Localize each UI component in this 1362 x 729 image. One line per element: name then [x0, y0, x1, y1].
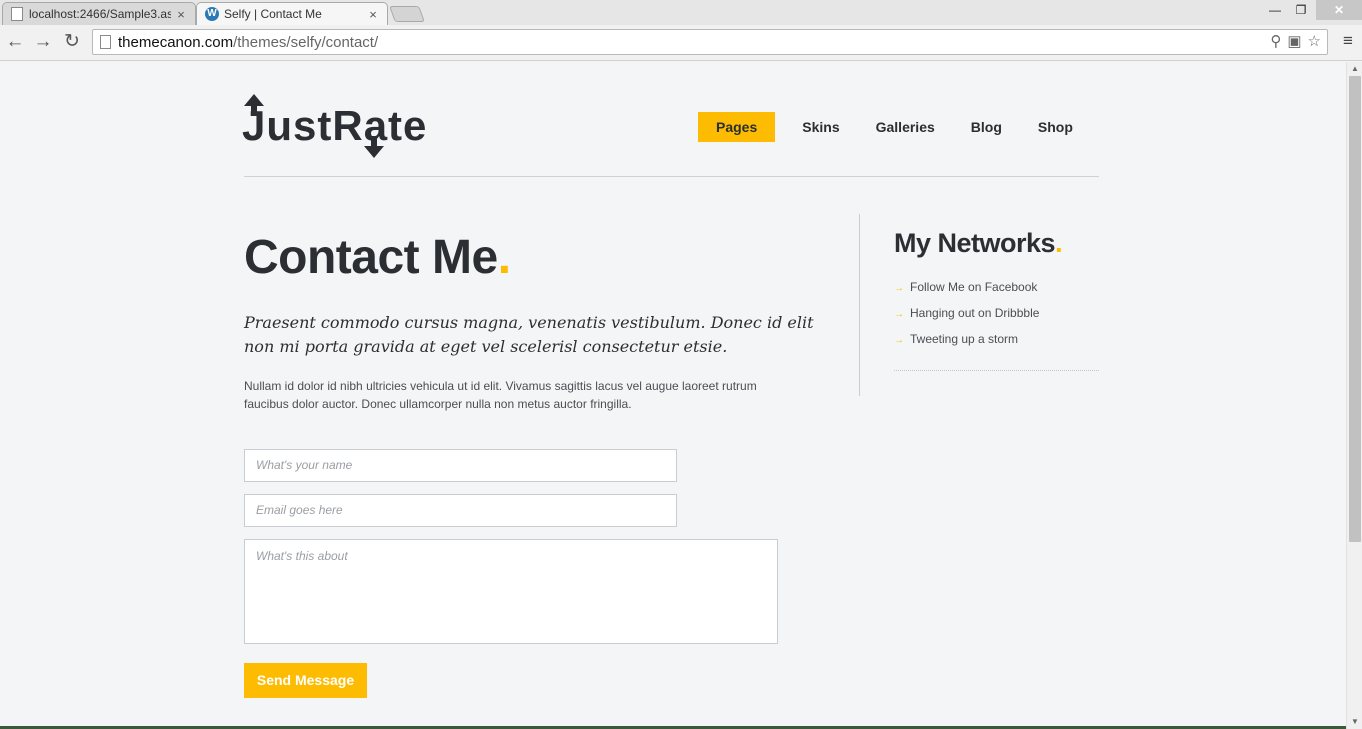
lead-paragraph: Praesent commodo cursus magna, venenatis… — [244, 313, 814, 356]
network-list: → Follow Me on Facebook → Hanging out on D… — [894, 275, 1039, 353]
vertical-scrollbar[interactable]: ▲ ▼ — [1346, 62, 1362, 729]
back-arrow-icon[interactable]: ← — [3, 30, 27, 54]
extension-icon[interactable]: ▣ — [1287, 32, 1301, 50]
browser-toolbar: ← → ↻ themecanon.com/themes/selfy/contac… — [0, 25, 1362, 61]
nav-item-galleries[interactable]: Galleries — [858, 112, 953, 142]
address-bar[interactable]: themecanon.com/themes/selfy/contact/ ⚲ ▣… — [92, 29, 1328, 55]
tab-strip: localhost:2466/Sample3.as × W Selfy | Co… — [0, 0, 1362, 25]
tab-title: Selfy | Contact Me — [224, 7, 322, 21]
web-page: JustRate Pages Skins Galleries Blog Shop… — [0, 62, 1346, 729]
arrow-right-icon: → — [894, 283, 904, 294]
logo[interactable]: JustRate — [240, 92, 466, 160]
window-close-icon[interactable]: ✕ — [1316, 0, 1362, 20]
scroll-thumb[interactable] — [1349, 76, 1361, 542]
menu-icon[interactable]: ≡ — [1338, 31, 1358, 53]
nav-item-skins[interactable]: Skins — [784, 112, 857, 142]
message-textarea[interactable]: What's this about — [244, 539, 778, 644]
network-link-label: Tweeting up a storm — [910, 332, 1019, 346]
scroll-up-icon[interactable]: ▲ — [1347, 62, 1362, 76]
nav-item-blog[interactable]: Blog — [953, 112, 1020, 142]
restore-icon[interactable]: ❐ — [1288, 0, 1314, 20]
close-icon[interactable]: × — [175, 7, 187, 22]
browser-chrome: localhost:2466/Sample3.as × W Selfy | Co… — [0, 0, 1362, 61]
page-title: Contact Me. — [244, 230, 511, 285]
page-title-text: Contact Me — [244, 231, 498, 284]
header-divider — [244, 176, 1099, 177]
network-link-label: Follow Me on Facebook — [910, 280, 1038, 294]
url-path: /themes/selfy/contact/ — [233, 34, 379, 51]
email-input[interactable]: Email goes here — [244, 494, 677, 527]
title-dot: . — [1055, 228, 1063, 258]
arrow-right-icon: → — [894, 309, 904, 320]
sidebar-divider — [859, 214, 860, 396]
minimize-icon[interactable]: — — [1262, 0, 1288, 20]
url-text[interactable]: themecanon.com/themes/selfy/contact/ — [118, 34, 378, 51]
omnibox-icons: ⚲ ▣ ☆ — [1270, 32, 1321, 50]
network-link-label: Hanging out on Dribbble — [910, 306, 1040, 320]
page-icon — [100, 35, 111, 49]
new-tab-button[interactable] — [389, 6, 425, 22]
close-icon[interactable]: × — [367, 7, 379, 22]
network-link-facebook[interactable]: → Follow Me on Facebook — [894, 275, 1039, 301]
browser-tab-selfy[interactable]: W Selfy | Contact Me × — [196, 2, 388, 25]
url-host: themecanon.com — [118, 34, 234, 51]
tab-title: localhost:2466/Sample3.as — [29, 7, 171, 21]
send-message-button[interactable]: Send Message — [244, 663, 367, 698]
body-paragraph: Nullam id dolor id nibh ultricies vehicu… — [244, 379, 757, 411]
wordpress-icon: W — [205, 7, 219, 21]
sidebar-title: My Networks. — [894, 228, 1063, 259]
nav-item-pages[interactable]: Pages — [698, 112, 776, 142]
title-dot: . — [497, 231, 511, 284]
sidebar-title-text: My Networks — [894, 228, 1056, 258]
zoom-icon[interactable]: ⚲ — [1270, 32, 1281, 50]
name-input[interactable]: What's your name — [244, 449, 677, 482]
star-icon[interactable]: ☆ — [1308, 32, 1321, 50]
reload-icon[interactable]: ↻ — [60, 30, 84, 54]
forward-arrow-icon[interactable]: → — [31, 30, 55, 54]
scroll-down-icon[interactable]: ▼ — [1347, 715, 1362, 729]
network-link-twitter[interactable]: → Tweeting up a storm — [894, 327, 1039, 353]
sidebar-dotted-divider — [894, 370, 1099, 371]
main-nav: Pages Skins Galleries Blog Shop — [698, 112, 1091, 142]
browser-tab-localhost[interactable]: localhost:2466/Sample3.as × — [2, 2, 196, 25]
page-icon — [11, 7, 23, 21]
logo-wordmark: JustRate — [242, 102, 427, 149]
nav-item-shop[interactable]: Shop — [1020, 112, 1091, 142]
arrow-right-icon: → — [894, 335, 904, 346]
network-link-dribbble[interactable]: → Hanging out on Dribbble — [894, 301, 1039, 327]
